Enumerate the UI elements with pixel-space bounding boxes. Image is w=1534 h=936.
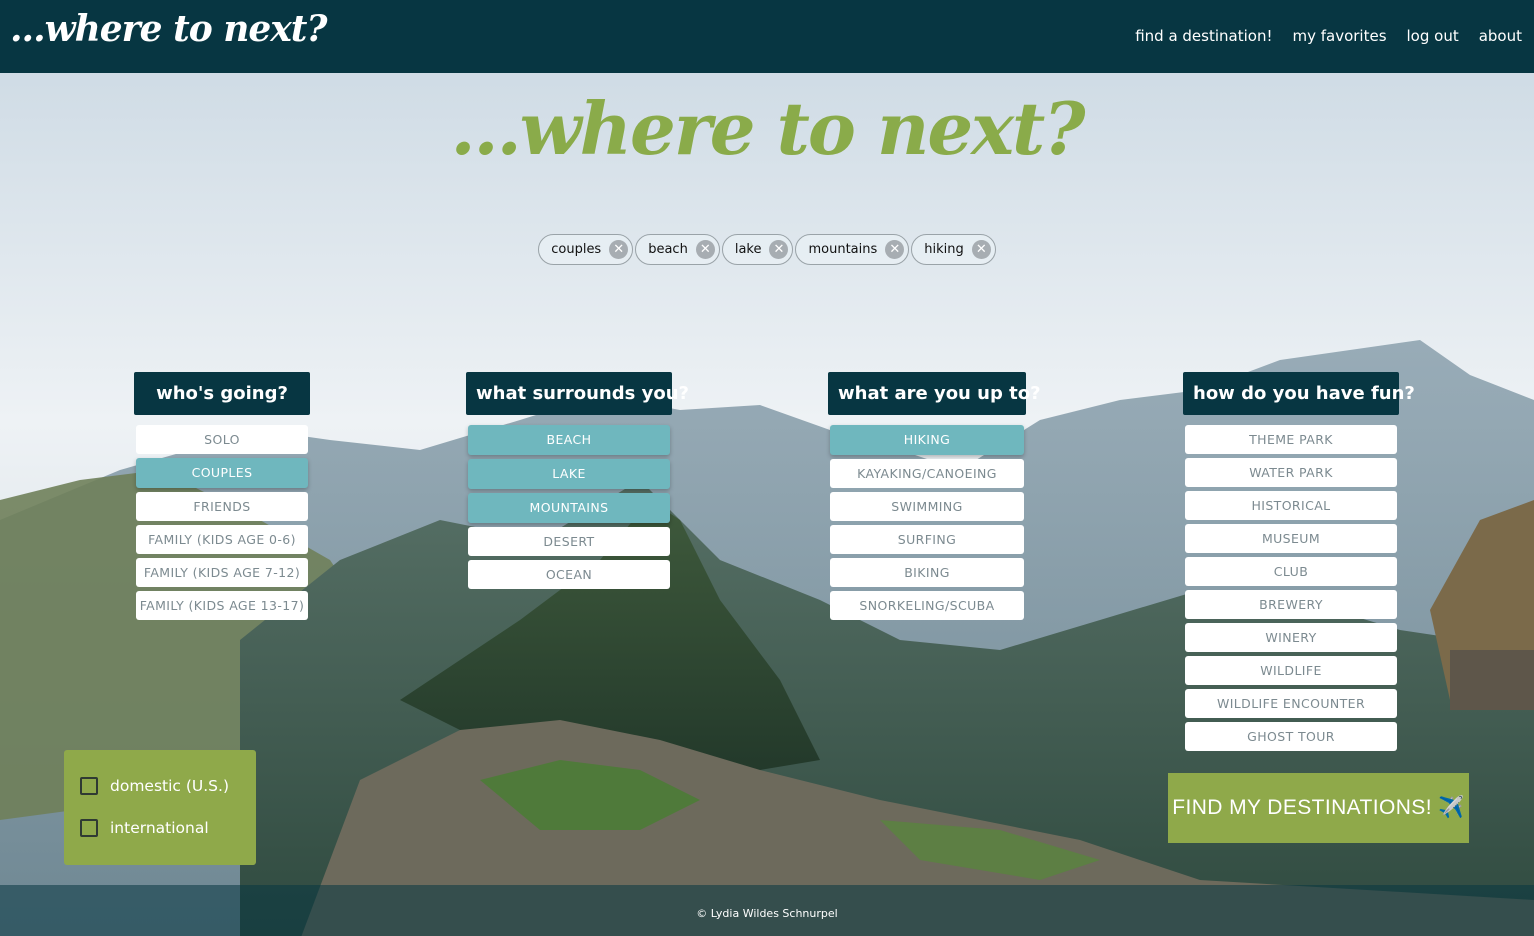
tag-chip: mountains ✕	[795, 234, 910, 265]
nav-links: find a destination! my favorites log out…	[1135, 27, 1522, 45]
nav-link-log-out[interactable]: log out	[1407, 27, 1459, 45]
option-lake[interactable]: LAKE	[468, 459, 670, 489]
tag-chip: lake ✕	[721, 234, 794, 265]
column-who-going: who's going? SOLO COUPLES FRIENDS FAMILY…	[134, 372, 310, 620]
option-list: THEME PARK WATER PARK HISTORICAL MUSEUM …	[1185, 425, 1397, 751]
option-swimming[interactable]: SWIMMING	[830, 492, 1024, 521]
footer: © Lydia Wildes Schnurpel	[0, 885, 1534, 936]
tag-label: couples	[551, 242, 602, 257]
option-beach[interactable]: BEACH	[468, 425, 670, 455]
nav-link-find-destination[interactable]: find a destination!	[1135, 27, 1272, 45]
remove-tag-icon[interactable]: ✕	[971, 240, 991, 259]
hero-title: ...where to next?	[450, 86, 1085, 171]
domestic-checkbox[interactable]	[80, 777, 98, 795]
top-navbar: ...where to next? find a destination! my…	[0, 0, 1534, 73]
footer-copyright: © Lydia Wildes Schnurpel	[696, 907, 838, 920]
option-wildlife-encounter[interactable]: WILDLIFE ENCOUNTER	[1185, 689, 1397, 718]
remove-tag-icon[interactable]: ✕	[609, 240, 629, 259]
option-list: BEACH LAKE MOUNTAINS DESERT OCEAN	[468, 425, 670, 589]
nav-link-about[interactable]: about	[1479, 27, 1522, 45]
option-surfing[interactable]: SURFING	[830, 525, 1024, 554]
column-heading: what surrounds you?	[466, 372, 689, 415]
option-water-park[interactable]: WATER PARK	[1185, 458, 1397, 487]
international-row[interactable]: international	[80, 818, 256, 838]
option-list: HIKING KAYAKING/CANOEING SWIMMING SURFIN…	[830, 425, 1024, 620]
nav-logo[interactable]: ...where to next?	[10, 8, 328, 50]
tag-chip: hiking ✕	[911, 234, 996, 265]
tag-label: beach	[648, 242, 688, 257]
option-club[interactable]: CLUB	[1185, 557, 1397, 586]
tag-chip: couples ✕	[538, 234, 634, 265]
column-surroundings: what surrounds you? BEACH LAKE MOUNTAINS…	[466, 372, 689, 589]
option-theme-park[interactable]: THEME PARK	[1185, 425, 1397, 454]
tag-label: hiking	[924, 242, 964, 257]
option-family-0-6[interactable]: FAMILY (KIDS AGE 0-6)	[136, 525, 308, 554]
option-hiking[interactable]: HIKING	[830, 425, 1024, 455]
remove-tag-icon[interactable]: ✕	[695, 240, 715, 259]
domestic-row[interactable]: domestic (U.S.)	[80, 776, 256, 796]
remove-tag-icon[interactable]: ✕	[769, 240, 789, 259]
option-solo[interactable]: SOLO	[136, 425, 308, 454]
option-mountains[interactable]: MOUNTAINS	[468, 493, 670, 523]
find-destinations-button[interactable]: FIND MY DESTINATIONS! ✈️	[1168, 773, 1469, 843]
option-museum[interactable]: MUSEUM	[1185, 524, 1397, 553]
tag-chip: beach ✕	[635, 234, 720, 265]
selected-tags: couples ✕ beach ✕ lake ✕ mountains ✕ hiking ✕	[0, 234, 1534, 265]
column-heading: what are you up to?	[828, 372, 1041, 415]
tag-label: lake	[734, 242, 762, 257]
option-ghost-tour[interactable]: GHOST TOUR	[1185, 722, 1397, 751]
option-list: SOLO COUPLES FRIENDS FAMILY (KIDS AGE 0-…	[136, 425, 308, 620]
option-ocean[interactable]: OCEAN	[468, 560, 670, 589]
international-label: international	[110, 819, 209, 837]
option-historical[interactable]: HISTORICAL	[1185, 491, 1397, 520]
option-kayaking[interactable]: KAYAKING/CANOEING	[830, 459, 1024, 488]
column-fun: how do you have fun? THEME PARK WATER PA…	[1183, 372, 1415, 751]
option-brewery[interactable]: BREWERY	[1185, 590, 1397, 619]
nav-link-my-favorites[interactable]: my favorites	[1292, 27, 1386, 45]
option-snorkeling[interactable]: SNORKELING/SCUBA	[830, 591, 1024, 620]
option-friends[interactable]: FRIENDS	[136, 492, 308, 521]
option-family-7-12[interactable]: FAMILY (KIDS AGE 7-12)	[136, 558, 308, 587]
column-heading: who's going?	[134, 372, 310, 415]
remove-tag-icon[interactable]: ✕	[885, 240, 905, 259]
international-checkbox[interactable]	[80, 819, 98, 837]
option-biking[interactable]: BIKING	[830, 558, 1024, 587]
option-couples[interactable]: COUPLES	[136, 458, 308, 488]
column-activities: what are you up to? HIKING KAYAKING/CANO…	[828, 372, 1041, 620]
option-wildlife[interactable]: WILDLIFE	[1185, 656, 1397, 685]
option-desert[interactable]: DESERT	[468, 527, 670, 556]
option-family-13-17[interactable]: FAMILY (KIDS AGE 13-17)	[136, 591, 308, 620]
tag-label: mountains	[808, 242, 878, 257]
domestic-label: domestic (U.S.)	[110, 777, 229, 795]
column-heading: how do you have fun?	[1183, 372, 1415, 415]
option-winery[interactable]: WINERY	[1185, 623, 1397, 652]
scope-panel: domestic (U.S.) international	[64, 750, 256, 865]
